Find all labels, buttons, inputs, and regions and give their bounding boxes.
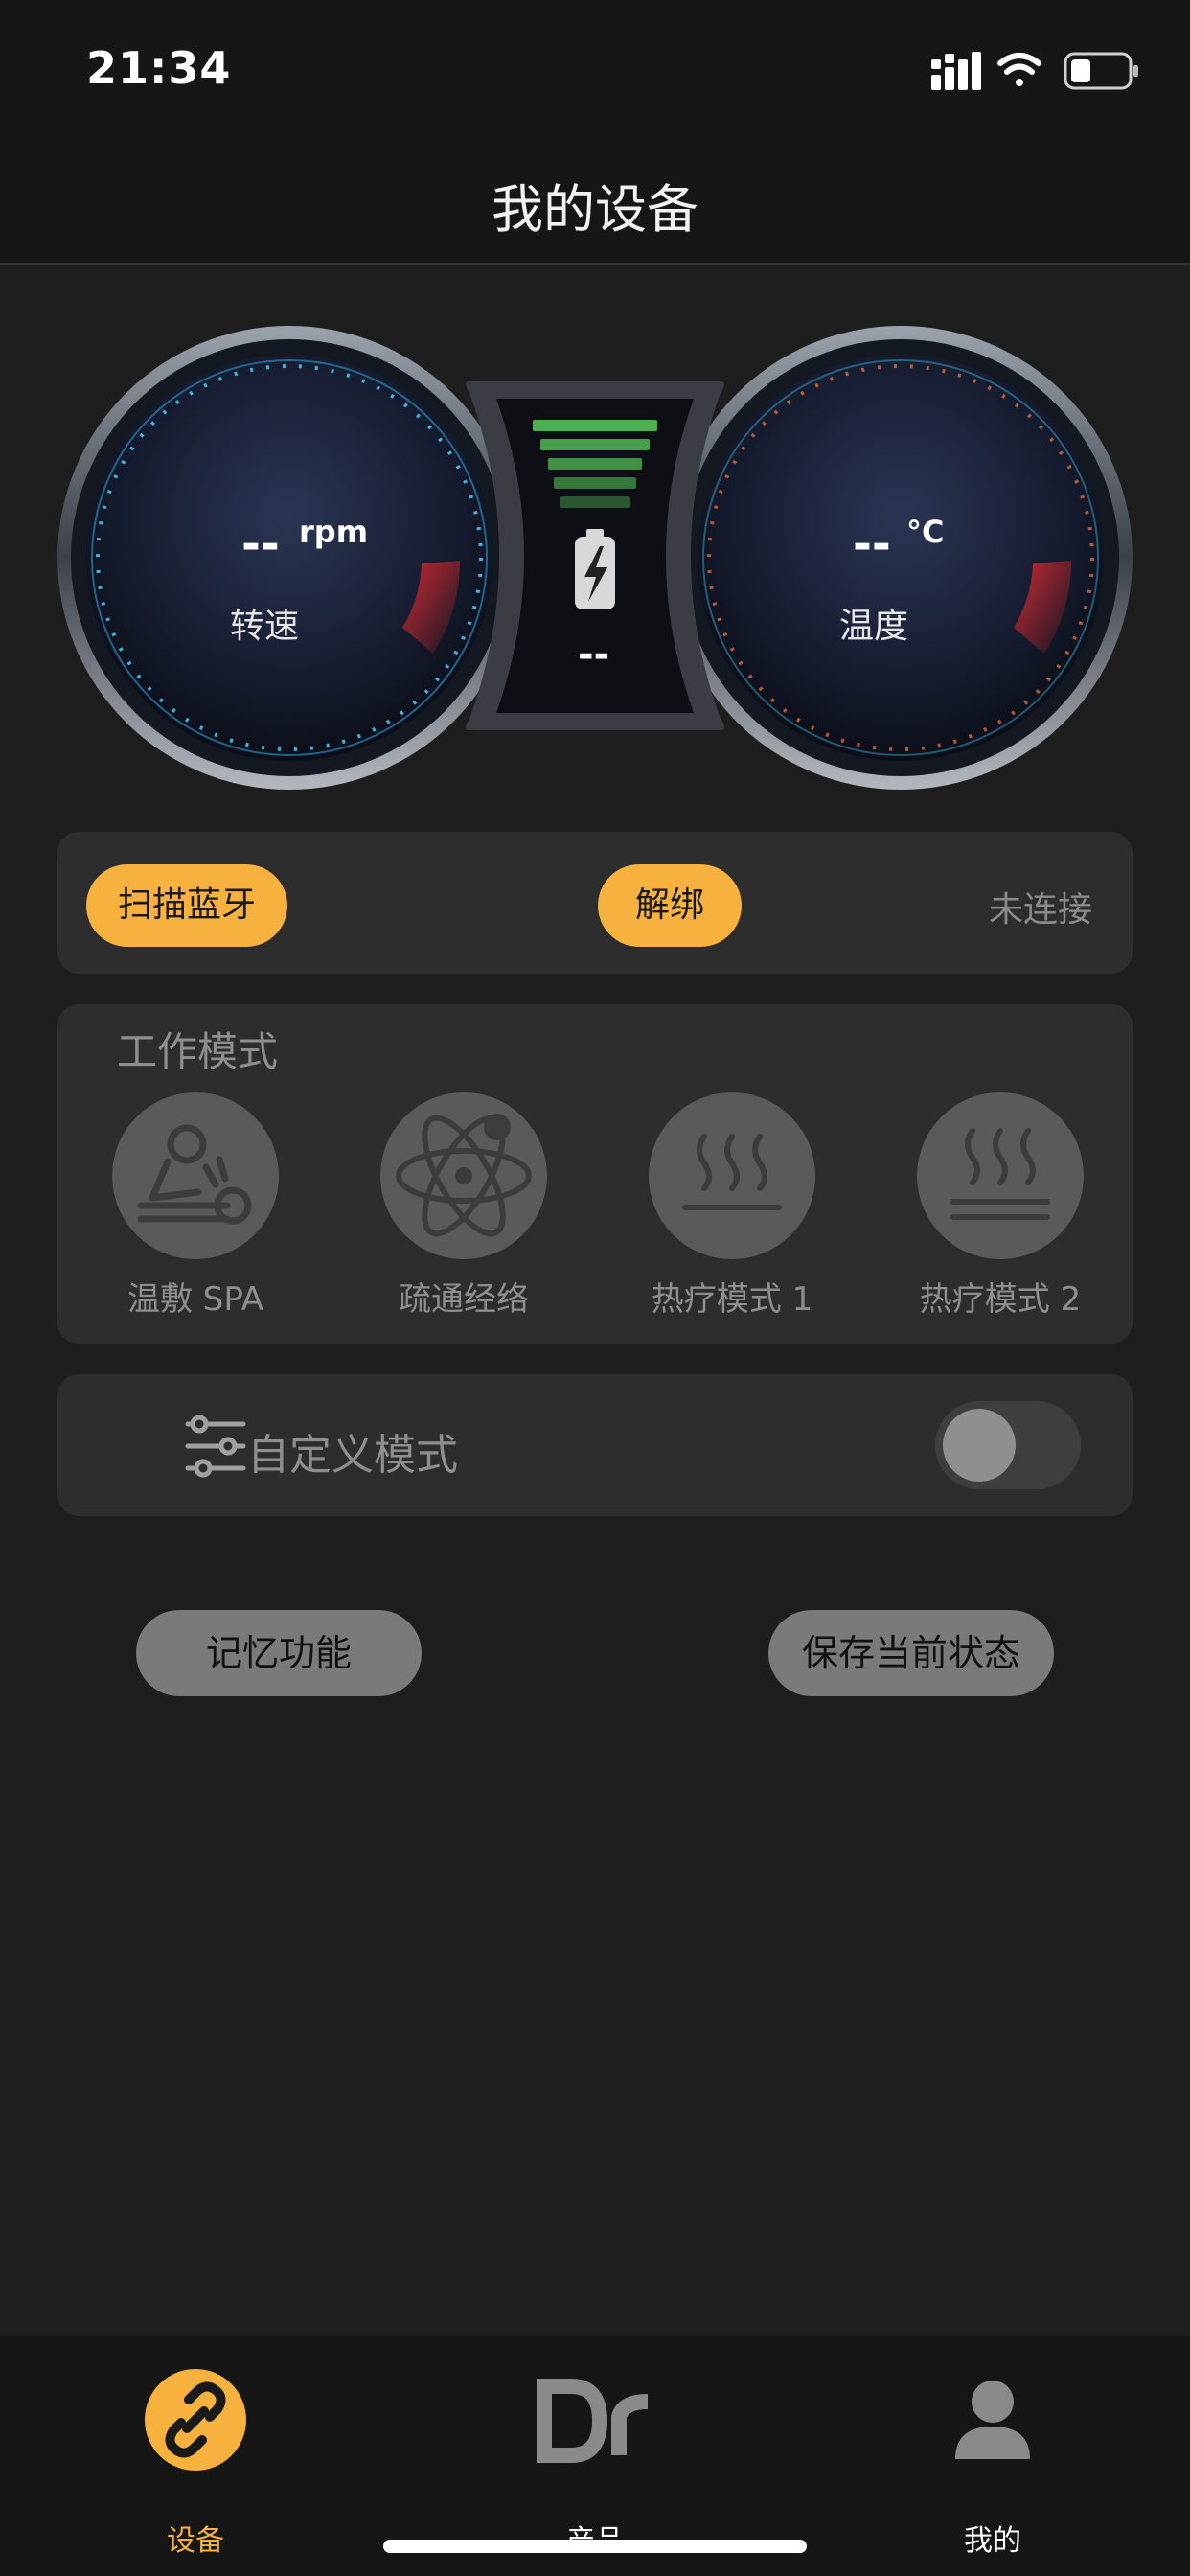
charging-battery-icon — [575, 529, 615, 610]
temperature-gauge — [669, 326, 1133, 790]
page-title: 我的设备 — [492, 179, 698, 240]
custom-mode-toggle[interactable] — [935, 1401, 1081, 1489]
battery-gauge — [466, 381, 724, 730]
mode-heat-2-circle[interactable] — [917, 1092, 1084, 1259]
speed-unit: rpm — [299, 514, 369, 550]
sliders-icon — [185, 1414, 246, 1478]
save-state-button[interactable]: 保存当前状态 — [768, 1610, 1054, 1696]
home-indicator — [383, 2540, 807, 2553]
dr-logo-icon — [537, 2379, 649, 2463]
mode-heat-2[interactable]: 热疗模式 2 — [890, 1092, 1110, 1322]
heat-double-icon — [950, 1128, 1050, 1220]
status-time: 21:34 — [86, 42, 232, 94]
temperature-value: -- — [853, 518, 891, 571]
unbind-button[interactable]: 解绑 — [598, 864, 742, 947]
connection-status: 未连接 — [988, 890, 1092, 930]
wifi-icon — [997, 53, 1041, 86]
work-mode-card: 工作模式 温敷 SPA 疏通经络 热疗模式 1 热疗模式 2 — [57, 1004, 1133, 1344]
link-icon — [145, 2369, 246, 2471]
mode-heat-1-label: 热疗模式 1 — [651, 1280, 813, 1319]
status-icons — [931, 50, 1142, 92]
tab-device-label: 设备 — [167, 2524, 224, 2558]
mode-heat-1[interactable]: 热疗模式 1 — [622, 1092, 842, 1322]
tab-mine-label: 我的 — [964, 2524, 1021, 2558]
signal-icon — [931, 52, 981, 90]
toggle-knob — [943, 1409, 1016, 1482]
temperature-unit: °C — [906, 514, 945, 550]
mode-spa-circle[interactable] — [112, 1092, 279, 1259]
mode-heat-2-label: 热疗模式 2 — [919, 1280, 1082, 1319]
heat-icon — [682, 1134, 782, 1210]
massage-icon — [137, 1124, 252, 1225]
mode-spa[interactable]: 温敷 SPA — [85, 1092, 306, 1322]
speed-value: -- — [241, 518, 280, 571]
custom-mode-label: 自定义模式 — [247, 1431, 458, 1480]
scan-bluetooth-button[interactable]: 扫描蓝牙 — [86, 864, 287, 947]
speed-gauge — [57, 326, 521, 790]
mode-heat-1-circle[interactable] — [649, 1092, 815, 1259]
atom-icon — [396, 1114, 532, 1237]
mode-spa-label: 温敷 SPA — [127, 1280, 263, 1319]
mode-meridian-label: 疏通经络 — [399, 1280, 529, 1319]
gauge-panel: -- rpm 转速 -- -- °C 温度 — [0, 316, 1190, 815]
mode-meridian-circle[interactable] — [380, 1092, 547, 1259]
temperature-label: 温度 — [839, 607, 909, 646]
connection-card: 扫描蓝牙 解绑 未连接 — [57, 832, 1133, 974]
battery-value: -- — [578, 632, 610, 677]
work-mode-title: 工作模式 — [117, 1028, 279, 1075]
user-icon — [955, 2380, 1030, 2459]
battery-icon — [1064, 52, 1138, 90]
navigation-bar: 我的设备 — [0, 134, 1190, 264]
memory-function-button[interactable]: 记忆功能 — [136, 1610, 422, 1696]
status-bar: 21:34 — [0, 0, 1190, 134]
tab-device[interactable]: 设备 — [52, 2336, 339, 2576]
custom-mode-card: 自定义模式 — [57, 1374, 1133, 1516]
speed-label: 转速 — [230, 607, 300, 646]
mode-meridian[interactable]: 疏通经络 — [354, 1092, 574, 1322]
tab-mine[interactable]: 我的 — [849, 2336, 1136, 2576]
